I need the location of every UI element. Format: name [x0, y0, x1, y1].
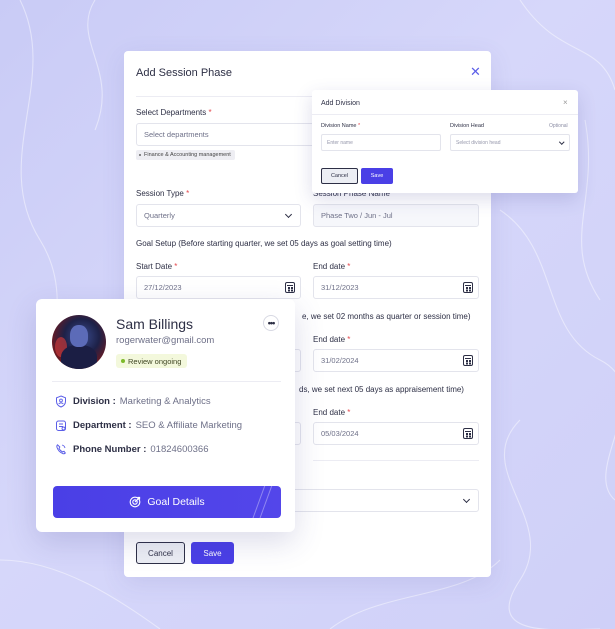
phone-value: 01824600366 — [150, 444, 209, 455]
goal-end-date-input[interactable]: 31/12/2023 — [313, 276, 479, 299]
phone-icon — [56, 444, 66, 455]
session-end-date-input[interactable]: 31/02/2024 — [313, 349, 479, 372]
division-value: Marketing & Analytics — [119, 396, 211, 407]
target-icon — [130, 496, 141, 508]
save-button[interactable]: Save — [191, 542, 234, 564]
shield-icon — [56, 395, 66, 408]
more-icon[interactable]: ••• — [263, 315, 279, 331]
calendar-icon[interactable] — [463, 428, 473, 439]
calendar-icon[interactable] — [463, 282, 473, 293]
session-period-note: e, we set 02 months as quarter or sessio… — [302, 312, 471, 321]
end-date-label: End date * — [313, 408, 351, 417]
goal-details-button[interactable]: Goal Details — [53, 486, 281, 518]
modal-title: Add Division — [321, 100, 360, 107]
department-row: Department : SEO & Affiliate Marketing — [55, 419, 242, 432]
building-icon — [56, 420, 66, 431]
appraisal-period-note: ds, we set next 05 days as appraisement … — [299, 385, 464, 394]
end-date-label: End date * — [313, 335, 351, 344]
division-name-label: Division Name * — [321, 123, 361, 129]
end-date-label: End date * — [313, 262, 351, 271]
start-date-label: Start Date * — [136, 262, 178, 271]
division-name-input[interactable]: Enter name — [321, 134, 441, 151]
calendar-icon[interactable] — [463, 355, 473, 366]
department-value: SEO & Affiliate Marketing — [135, 420, 243, 431]
session-type-select[interactable]: Quarterly — [136, 204, 301, 227]
goal-setup-note: Goal Setup (Before starting quarter, we … — [136, 239, 392, 248]
phone-label: Phone Number : — [73, 444, 147, 455]
modal-title: Add Session Phase — [136, 67, 233, 79]
appraisal-end-date-input[interactable]: 05/03/2024 — [313, 422, 479, 445]
cancel-button[interactable]: Cancel — [136, 542, 185, 564]
divider — [313, 460, 479, 461]
employee-name: Sam Billings — [116, 316, 194, 332]
avatar — [52, 315, 106, 369]
chevron-down-icon — [558, 139, 564, 145]
status-badge: Review ongoing — [116, 354, 188, 368]
optional-hint: Optional — [549, 123, 568, 129]
cancel-button[interactable]: Cancel — [321, 168, 358, 184]
phone-row: Phone Number : 01824600366 — [55, 443, 209, 456]
goal-start-date-input[interactable]: 27/12/2023 — [136, 276, 301, 299]
division-row: Division : Marketing & Analytics — [55, 395, 211, 408]
goal-details-label: Goal Details — [147, 496, 205, 508]
employee-email: rogerwater@gmail.com — [116, 335, 215, 346]
session-type-label: Session Type * — [136, 189, 190, 198]
close-icon[interactable]: × — [563, 98, 568, 107]
close-icon[interactable]: ✕ — [470, 65, 481, 79]
session-phase-name-field[interactable]: Phase Two / Jun - Jul — [313, 204, 479, 227]
add-division-modal: Add Division × Division Name * Enter nam… — [312, 90, 578, 193]
department-tag[interactable]: Finance & Accounting management — [136, 150, 235, 160]
divider — [312, 114, 578, 115]
select-departments-label: Select Departments * — [136, 108, 212, 117]
department-label: Department : — [73, 420, 132, 431]
calendar-icon[interactable] — [285, 282, 295, 293]
save-button[interactable]: Save — [361, 168, 393, 184]
division-label: Division : — [73, 396, 116, 407]
chevron-down-icon — [462, 495, 471, 504]
employee-profile-card: Sam Billings rogerwater@gmail.com Review… — [36, 299, 295, 532]
chevron-down-icon — [284, 210, 293, 219]
divider — [52, 381, 281, 382]
division-head-select[interactable]: Select division head — [450, 134, 570, 151]
departments-input[interactable]: Select departments — [136, 123, 326, 146]
division-head-label: Division Head — [450, 123, 484, 129]
